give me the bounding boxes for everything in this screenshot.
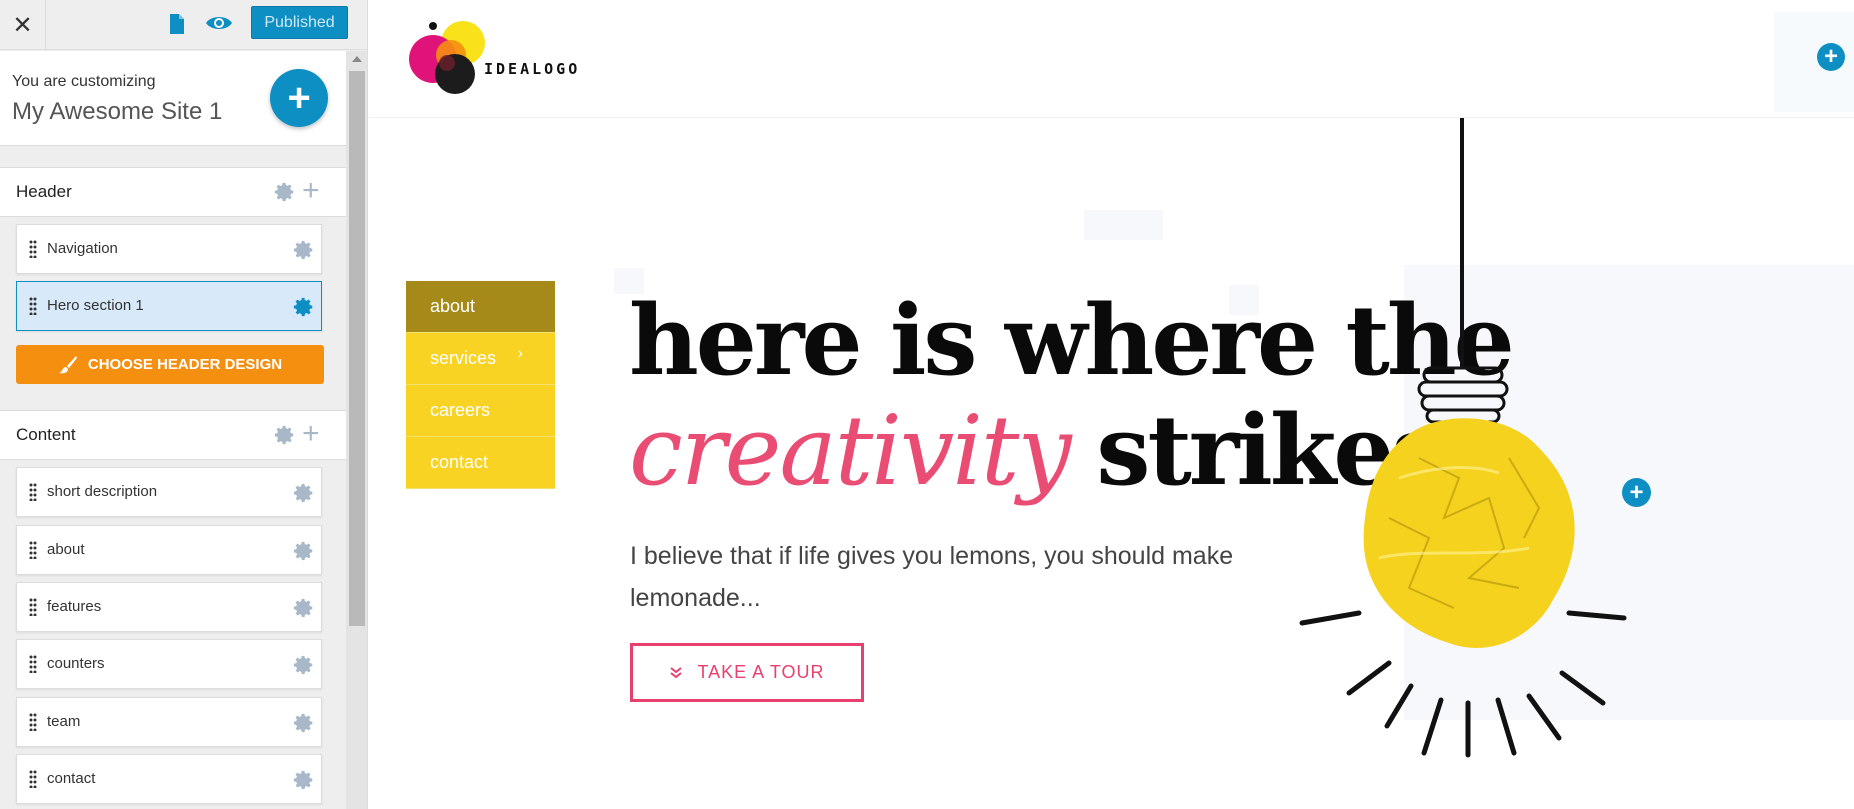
- sidebar-item-contact[interactable]: contact: [16, 754, 322, 804]
- sidebar-item-label: Hero section 1: [47, 297, 144, 314]
- sidebar-item-team[interactable]: team: [16, 697, 322, 747]
- sidebar-item-label: team: [47, 713, 81, 730]
- take-a-tour-label: TAKE A TOUR: [697, 662, 825, 682]
- drag-handle-icon[interactable]: [29, 713, 37, 731]
- add-item-plus-icon[interactable]: +: [302, 176, 320, 206]
- menu-item-contact[interactable]: contact: [406, 437, 555, 489]
- sidebar-item-label: short description: [47, 483, 158, 500]
- section-header: Content +: [0, 410, 346, 460]
- close-button[interactable]: ✕: [0, 0, 46, 50]
- preview-eye-icon[interactable]: [205, 13, 233, 33]
- add-section-button[interactable]: +: [270, 69, 328, 127]
- customizer-topbar: ✕ Published: [0, 0, 367, 50]
- menu-item-services[interactable]: services ›: [406, 333, 555, 385]
- customizing-label: You are customizing: [12, 73, 156, 90]
- placeholder-box: [1084, 210, 1163, 240]
- drag-handle-icon[interactable]: [29, 541, 37, 559]
- chevron-double-down-icon: [670, 666, 683, 678]
- scroll-up-arrow-icon[interactable]: [352, 56, 362, 62]
- take-a-tour-button[interactable]: TAKE A TOUR: [630, 643, 864, 702]
- menu-item-about[interactable]: about: [406, 281, 555, 333]
- gear-icon[interactable]: [293, 540, 315, 562]
- hero-tagline: I believe that if life gives you lemons,…: [630, 542, 1234, 612]
- menu-item-label: about: [430, 296, 476, 316]
- hero-headline-highlight: creativity: [629, 395, 1072, 507]
- sidebar-item-label: about: [47, 541, 85, 558]
- customizer-sidebar: ✕ Published You are customizing My Aweso…: [0, 0, 368, 809]
- sidebar-item-counters[interactable]: counters: [16, 639, 322, 689]
- sidebar-item-hero-section[interactable]: Hero section 1: [16, 281, 322, 331]
- site-info: You are customizing My Awesome Site 1 +: [0, 51, 346, 146]
- section-header: Header +: [0, 167, 346, 217]
- section-title: Header: [16, 182, 72, 201]
- site-header: IDEALOGO +: [369, 0, 1854, 118]
- gear-icon[interactable]: [293, 482, 315, 504]
- menu-item-careers[interactable]: careers: [406, 385, 555, 437]
- paintbrush-icon: [58, 355, 77, 373]
- add-item-plus-icon[interactable]: +: [302, 419, 320, 449]
- gear-icon[interactable]: [293, 239, 315, 261]
- menu-item-label: careers: [430, 400, 491, 420]
- sidebar-scrollbar[interactable]: [346, 51, 367, 809]
- gear-icon[interactable]: [293, 597, 315, 619]
- scrollbar-thumb[interactable]: [349, 71, 365, 626]
- drag-handle-icon[interactable]: [29, 240, 37, 258]
- section-title: Content: [16, 425, 76, 444]
- drag-handle-icon[interactable]: [29, 655, 37, 673]
- drag-handle-icon[interactable]: [29, 598, 37, 616]
- sidebar-item-navigation[interactable]: Navigation: [16, 224, 322, 274]
- logo-text: IDEALOGO: [484, 60, 581, 78]
- gear-icon[interactable]: [274, 181, 296, 203]
- drag-handle-icon[interactable]: [29, 483, 37, 501]
- sidebar-item-features[interactable]: features: [16, 582, 322, 632]
- sidebar-item-short-description[interactable]: short description: [16, 467, 322, 517]
- choose-header-design-button[interactable]: CHOOSE HEADER DESIGN: [16, 345, 324, 384]
- choose-header-design-label: CHOOSE HEADER DESIGN: [87, 356, 283, 373]
- menu-item-label: contact: [430, 452, 489, 472]
- sidebar-item-label: features: [47, 598, 102, 615]
- drag-handle-icon[interactable]: [29, 770, 37, 788]
- chevron-right-icon: ›: [517, 345, 523, 362]
- add-widget-plus-icon[interactable]: +: [1817, 43, 1845, 71]
- section-navigation-menu: about services › careers contact: [406, 281, 555, 489]
- paper-lightbulb-illustration: [1299, 118, 1627, 758]
- gear-icon[interactable]: [293, 654, 315, 676]
- sidebar-item-about[interactable]: about: [16, 525, 322, 575]
- menu-item-label: services: [430, 348, 497, 368]
- logo-circles-icon: [409, 21, 485, 94]
- gear-icon[interactable]: [293, 296, 315, 318]
- site-preview: IDEALOGO + about services › careers conta…: [369, 0, 1854, 809]
- gear-icon[interactable]: [293, 769, 315, 791]
- drag-handle-icon[interactable]: [29, 297, 37, 315]
- published-button[interactable]: Published: [251, 6, 348, 39]
- sidebar-item-label: contact: [47, 770, 96, 787]
- add-widget-plus-icon[interactable]: +: [1622, 478, 1651, 507]
- gear-icon[interactable]: [293, 712, 315, 734]
- sidebar-item-label: counters: [47, 655, 105, 672]
- page-icon[interactable]: [168, 13, 186, 35]
- gear-icon[interactable]: [274, 424, 296, 446]
- sidebar-item-label: Navigation: [47, 240, 118, 257]
- customizer-panel: You are customizing My Awesome Site 1 + …: [0, 51, 346, 809]
- site-name: My Awesome Site 1: [12, 98, 223, 125]
